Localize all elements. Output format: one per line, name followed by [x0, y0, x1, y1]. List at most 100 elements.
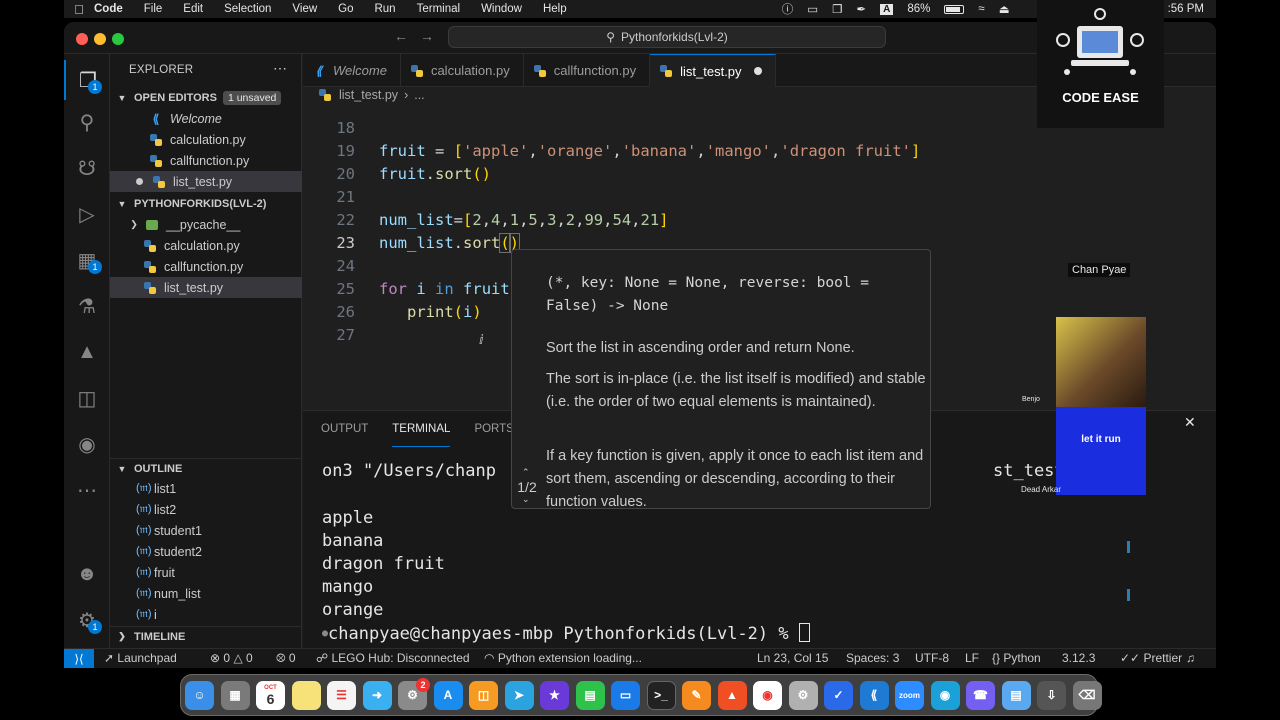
outline-item[interactable]: (𝔪) student2 — [110, 541, 302, 562]
testing-icon[interactable]: ⚗ — [64, 286, 110, 326]
menu-app-name[interactable]: Code — [94, 3, 123, 15]
pencil-icon[interactable]: ✎ — [682, 680, 711, 710]
zoom-window-button[interactable] — [112, 33, 124, 45]
notes-icon[interactable] — [291, 680, 321, 710]
menubar-clock[interactable]: :56 PM — [1168, 3, 1204, 15]
outline-item[interactable]: (𝔪) fruit — [110, 562, 302, 583]
file-tree-item-callfunction[interactable]: callfunction.py — [110, 256, 302, 277]
outline-item[interactable]: (𝔪) list2 — [110, 499, 302, 520]
calendar-icon[interactable]: OCT 6 — [256, 680, 285, 710]
launchpad-icon[interactable]: ▦ — [220, 680, 250, 710]
finder-icon[interactable]: ☺ — [185, 680, 214, 710]
menu-window[interactable]: Window — [481, 3, 522, 15]
open-editor-callfunction[interactable]: callfunction.py — [110, 150, 302, 171]
migration-icon[interactable]: ➜ — [362, 680, 392, 710]
terminal-icon[interactable]: >_ — [646, 680, 676, 710]
star-icon[interactable]: ★ — [540, 680, 569, 710]
open-editors-header[interactable]: ▼ OPEN EDITORS 1 unsaved — [110, 88, 302, 108]
utility-icon[interactable]: ⚙ — [788, 680, 818, 710]
menu-view[interactable]: View — [292, 3, 317, 15]
screen-mirror-icon[interactable]: ▭ — [807, 2, 818, 16]
pen-icon[interactable]: ✒ — [856, 2, 866, 16]
close-icon[interactable]: ✕ — [1184, 414, 1196, 431]
vscode-icon[interactable]: ⟪ — [859, 680, 889, 710]
problems-item[interactable]: ⊗ 0 △ 0 — [210, 651, 253, 665]
system-settings-icon[interactable]: ⚙ 2 — [398, 677, 430, 710]
telegram-icon[interactable]: ➤ — [504, 680, 534, 710]
eject-icon[interactable]: ⏏ — [999, 2, 1010, 16]
outline-header[interactable]: ▼ OUTLINE — [110, 458, 302, 478]
chevron-down-icon[interactable]: ⌄ — [522, 494, 530, 505]
encoding[interactable]: UTF-8 — [915, 651, 949, 665]
outline-item[interactable]: (𝔪) i — [110, 604, 302, 625]
tab-callfunction[interactable]: callfunction.py — [524, 54, 651, 87]
edge-icon[interactable]: ◉ — [930, 680, 960, 710]
open-editor-welcome[interactable]: ⟪ Welcome — [110, 108, 302, 129]
tab-output[interactable]: OUTPUT — [321, 411, 368, 447]
trash-icon[interactable]: ⌫ — [1072, 680, 1102, 710]
viber-icon[interactable]: ☎ — [966, 680, 995, 710]
window-icon[interactable]: ❐ — [832, 2, 842, 16]
input-source-icon[interactable]: A — [880, 3, 894, 15]
cursor-position[interactable]: Ln 23, Col 15 — [757, 651, 828, 665]
apple-icon[interactable]:  — [64, 2, 94, 17]
settings-gear-icon[interactable]: ⚙ 1 — [64, 600, 110, 640]
remote-explorer-icon[interactable]: ▲ — [64, 332, 110, 372]
file-tree-item-calculation[interactable]: calculation.py — [110, 235, 302, 256]
unsaved-dot-icon[interactable] — [753, 67, 762, 75]
battery-icon[interactable] — [944, 4, 965, 14]
sidebar-more-icon[interactable]: ⋯ — [273, 60, 287, 77]
zoom-icon[interactable]: zoom — [895, 680, 924, 710]
tab-welcome[interactable]: ⟪ Welcome — [303, 54, 401, 87]
project-folder-header[interactable]: ▼ PYTHONFORKIDS(LVL-2) — [110, 194, 302, 214]
tab-list-test[interactable]: list_test.py — [650, 54, 776, 87]
app-store-icon[interactable]: A — [433, 680, 463, 710]
numbers-icon[interactable]: ▤ — [575, 680, 605, 710]
menu-terminal[interactable]: Terminal — [417, 3, 460, 15]
more-icon[interactable]: ⋯ — [64, 470, 110, 510]
remote-indicator-icon[interactable]: ⟩⟨ — [64, 649, 94, 668]
info-icon[interactable]: ⓘ — [782, 1, 794, 17]
file-tree-item-list-test[interactable]: list_test.py — [110, 277, 302, 298]
search-icon[interactable]: ⚲ — [64, 102, 110, 142]
open-editor-list-test[interactable]: list_test.py — [110, 171, 302, 192]
run-debug-icon[interactable]: ▷ — [64, 194, 110, 234]
menu-run[interactable]: Run — [374, 3, 395, 15]
indentation[interactable]: Spaces: 3 — [846, 651, 899, 665]
reminders-icon[interactable]: ☰ — [327, 680, 356, 710]
chevron-up-icon[interactable]: ⌃ — [522, 467, 530, 478]
source-control-icon[interactable]: ☋ — [64, 148, 110, 188]
outline-item[interactable]: (𝔪) list1 — [110, 478, 302, 499]
back-arrow-icon[interactable]: ← — [394, 28, 408, 44]
wifi-icon[interactable]: ≈ — [978, 3, 984, 15]
outline-item[interactable]: (𝔪) student1 — [110, 520, 302, 541]
account-icon[interactable]: ☻ — [64, 554, 110, 594]
menu-selection[interactable]: Selection — [224, 3, 271, 15]
language-mode[interactable]: {} Python — [992, 651, 1041, 665]
python-version[interactable]: 3.12.3 — [1062, 651, 1095, 665]
explorer-icon[interactable]: ❐ 1 — [64, 60, 110, 100]
menu-help[interactable]: Help — [543, 3, 567, 15]
book-icon[interactable]: ◫ — [64, 378, 110, 418]
python-loading-item[interactable]: ◠ Python extension loading... — [484, 651, 642, 665]
extensions-icon[interactable]: ▦ 1 — [64, 240, 110, 280]
launchpad-item[interactable]: ➚ Launchpad — [104, 651, 177, 665]
command-center-search[interactable]: ⚲ Pythonforkids(Lvl-2) — [448, 26, 886, 48]
terminal-prompt-line[interactable]: ●chanpyae@chanpyaes-mbp Pythonforkids(Lv… — [322, 623, 810, 644]
menu-edit[interactable]: Edit — [183, 3, 203, 15]
bell-icon[interactable]: ♫ — [1186, 651, 1195, 665]
outline-item[interactable]: (𝔪) num_list — [110, 583, 302, 604]
tab-ports[interactable]: PORTS — [474, 411, 513, 447]
tab-calculation[interactable]: calculation.py — [401, 54, 524, 87]
timeline-header[interactable]: ❯ TIMELINE — [110, 626, 302, 646]
minimize-window-button[interactable] — [94, 33, 106, 45]
battery-percent[interactable]: 86% — [907, 3, 930, 15]
lego-hub-item[interactable]: ☍ LEGO Hub: Disconnected — [316, 651, 470, 665]
breadcrumb-file[interactable]: list_test.py — [339, 88, 398, 102]
close-window-button[interactable] — [76, 33, 88, 45]
forward-arrow-icon[interactable]: → — [420, 28, 434, 44]
books-icon[interactable]: ◫ — [469, 680, 498, 710]
github-icon[interactable]: ◉ — [64, 424, 110, 464]
downloads-icon[interactable]: ⇩ — [1037, 680, 1066, 710]
menu-go[interactable]: Go — [338, 3, 353, 15]
